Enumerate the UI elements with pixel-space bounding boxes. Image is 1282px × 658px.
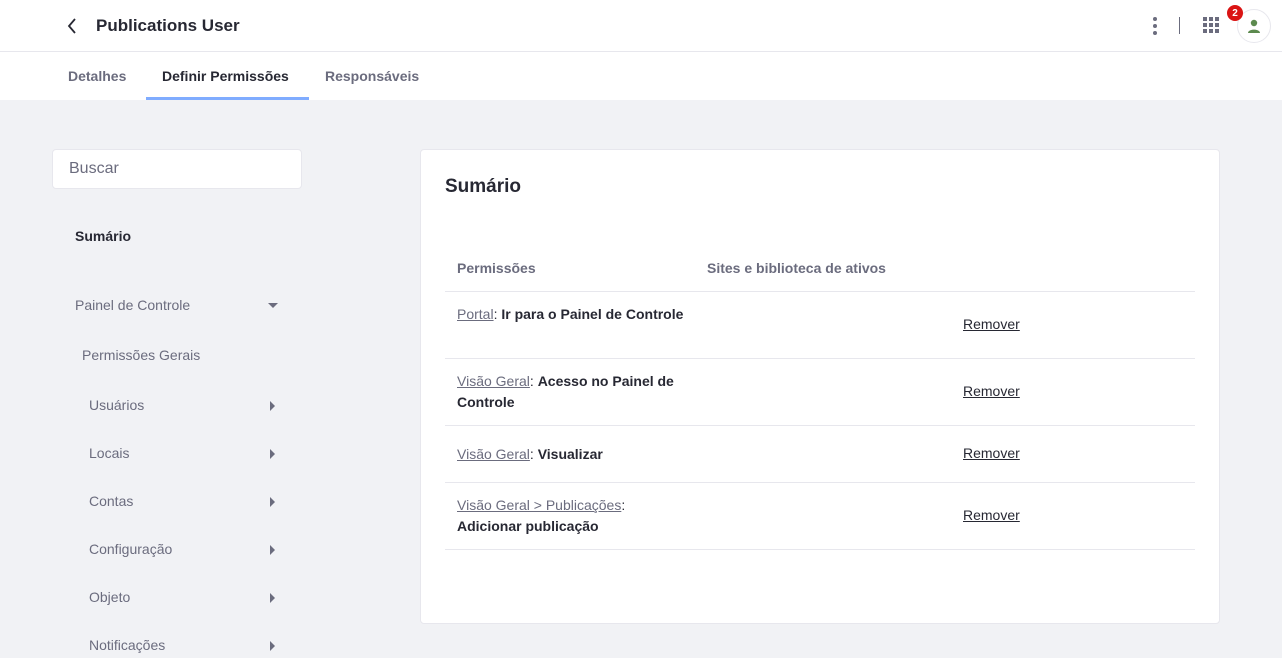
back-button[interactable] xyxy=(62,15,82,37)
remove-button[interactable]: Remover xyxy=(963,316,1020,332)
table-row: Visão Geral: Acesso no Painel de Control… xyxy=(457,373,674,410)
resource-link[interactable]: Portal xyxy=(457,306,494,322)
table-row: Portal: Ir para o Painel de Controle xyxy=(457,306,684,322)
row-divider xyxy=(445,482,1195,483)
notification-badge: 2 xyxy=(1227,5,1243,21)
sidebar-item-objeto[interactable]: Objeto xyxy=(89,589,130,605)
sidebar-item-configuracao[interactable]: Configuração xyxy=(89,541,172,557)
row-divider xyxy=(445,549,1195,550)
summary-card: Sumário Permissões Sites e biblioteca de… xyxy=(420,149,1220,624)
caret-right-icon[interactable] xyxy=(270,401,275,411)
sidebar-item-general-permissions[interactable]: Permissões Gerais xyxy=(82,347,200,363)
permission-action: Adicionar publicação xyxy=(457,518,599,534)
caret-right-icon[interactable] xyxy=(270,449,275,459)
sidebar-item-notificacoes[interactable]: Notificações xyxy=(89,637,165,653)
resource-link[interactable]: Visão Geral xyxy=(457,446,530,462)
permission-action: Visualizar xyxy=(537,446,603,462)
permission-action: Ir para o Painel de Controle xyxy=(501,306,684,322)
page-title: Publications User xyxy=(96,16,240,35)
card-title: Sumário xyxy=(445,176,522,197)
remove-button[interactable]: Remover xyxy=(963,507,1020,523)
column-header-permissions: Permissões xyxy=(457,260,536,276)
divider xyxy=(1179,17,1180,34)
grid-icon[interactable] xyxy=(1203,17,1221,35)
caret-right-icon[interactable] xyxy=(270,497,275,507)
sidebar-item-contas[interactable]: Contas xyxy=(89,493,133,509)
tab-detalhes[interactable]: Detalhes xyxy=(52,52,142,100)
top-header: Publications User 2 xyxy=(0,0,1282,52)
table-row: Visão Geral > Publicações: Adicionar publ… xyxy=(457,497,626,534)
remove-button[interactable]: Remover xyxy=(963,445,1020,461)
remove-button[interactable]: Remover xyxy=(963,383,1020,399)
sidebar-item-locais[interactable]: Locais xyxy=(89,445,129,461)
row-divider xyxy=(445,291,1195,292)
tab-definir-permissoes[interactable]: Definir Permissões xyxy=(146,52,309,100)
sidebar-item-summary[interactable]: Sumário xyxy=(75,228,131,244)
resource-link[interactable]: Visão Geral xyxy=(457,373,530,389)
row-divider xyxy=(445,358,1195,359)
chevron-left-icon xyxy=(67,18,76,34)
tab-responsaveis[interactable]: Responsáveis xyxy=(309,52,435,100)
user-icon xyxy=(1248,19,1260,33)
search-input[interactable] xyxy=(52,149,302,189)
caret-right-icon[interactable] xyxy=(270,641,275,651)
caret-down-icon[interactable] xyxy=(268,303,278,308)
caret-right-icon[interactable] xyxy=(270,593,275,603)
tab-bar: Detalhes Definir Permissões Responsáveis xyxy=(0,52,1282,100)
sidebar-item-control-panel[interactable]: Painel de Controle xyxy=(75,297,190,313)
sidebar-item-usuarios[interactable]: Usuários xyxy=(89,397,144,413)
resource-link[interactable]: Visão Geral > Publicações xyxy=(457,497,621,513)
row-divider xyxy=(445,425,1195,426)
column-header-sites: Sites e biblioteca de ativos xyxy=(707,260,886,276)
caret-right-icon[interactable] xyxy=(270,545,275,555)
ellipsis-v-icon[interactable] xyxy=(1146,14,1164,38)
table-row: Visão Geral: Visualizar xyxy=(457,446,603,462)
